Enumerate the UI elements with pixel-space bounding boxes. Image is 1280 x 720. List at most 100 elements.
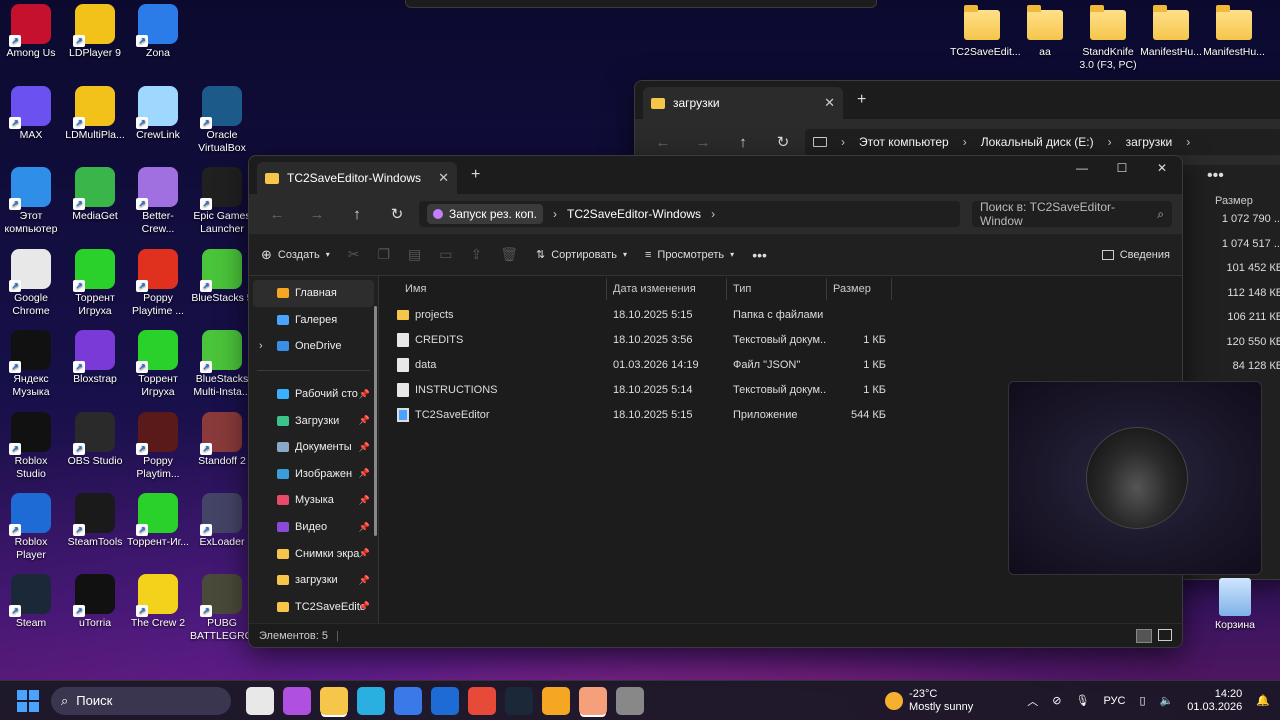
desktop-icon-folder[interactable]: ManifestHu... [1139, 2, 1203, 59]
copy-icon[interactable]: ❐ [377, 246, 390, 263]
taskbar-app-icon[interactable] [541, 686, 570, 715]
breadcrumb-item[interactable]: Этот компьютер [859, 135, 949, 149]
taskbar-app-icon[interactable] [615, 686, 644, 715]
table-row[interactable]: data 01.03.2026 14:19 Файл "JSON" 1 КБ [379, 353, 1182, 378]
create-button[interactable]: ⊕ Создать ▾ [261, 247, 330, 263]
desktop-icon-folder[interactable]: StandKnife 3.0 (F3, PC) [1076, 2, 1140, 72]
table-row[interactable]: CREDITS 18.10.2025 3:56 Текстовый докум...… [379, 328, 1182, 353]
desktop-icon[interactable]: BlueStacks 5 [190, 245, 254, 305]
more-options-icon[interactable]: ••• [1207, 167, 1280, 185]
refresh-button[interactable]: ↻ [765, 133, 801, 151]
sidebar-item[interactable]: Галерея [249, 307, 378, 334]
start-button[interactable] [17, 689, 39, 712]
language-indicator[interactable]: РУС [1103, 695, 1125, 707]
desktop-icon[interactable]: Better-Crew... [126, 163, 190, 236]
notification-bell-icon[interactable]: 🔔 [1256, 694, 1270, 707]
desktop-icon[interactable]: Zona [126, 0, 190, 60]
sidebar-item[interactable]: Документы 📌 [249, 434, 378, 461]
desktop-icon[interactable]: The Crew 2 [126, 570, 190, 630]
search-input[interactable]: Поиск в: TC2SaveEditor-Window ⌕ [972, 200, 1172, 228]
desktop-icon[interactable]: Google Chrome [0, 245, 63, 318]
taskbar-app-icon[interactable] [504, 686, 533, 715]
desktop-icon[interactable]: BlueStacks Multi-Insta... [190, 326, 254, 399]
desktop-icon[interactable]: Торрент-Иг... [126, 489, 190, 549]
view-button[interactable]: ≡ Просмотреть ▾ [645, 249, 734, 261]
microphone-icon[interactable]: 🎙 [1075, 694, 1089, 707]
details-view-icon[interactable] [1136, 628, 1152, 643]
desktop-icon[interactable]: MAX [0, 82, 63, 142]
back-button[interactable]: ← [645, 134, 681, 151]
desktop-icon[interactable]: ExLoader [190, 489, 254, 549]
taskbar-app-icon[interactable] [467, 686, 496, 715]
forward-button[interactable]: → [299, 206, 335, 223]
taskbar-app-icon[interactable] [393, 686, 422, 715]
forward-button[interactable]: → [685, 134, 721, 151]
taskbar-app-icon[interactable] [430, 686, 459, 715]
tiles-view-icon[interactable] [1158, 628, 1172, 641]
taskbar-app-icon[interactable] [282, 686, 311, 715]
close-window-button[interactable]: ✕ [1142, 156, 1182, 180]
camera-overlay[interactable] [1008, 381, 1262, 575]
column-date[interactable]: Дата изменения [607, 278, 727, 300]
desktop-icon[interactable]: Торрент Игруха [63, 245, 127, 318]
more-options-icon[interactable]: ••• [752, 247, 767, 263]
taskbar-app-icon[interactable] [356, 686, 385, 715]
desktop-icon[interactable]: Торрент Игруха [126, 326, 190, 399]
chevron-up-icon[interactable]: ︿ [1027, 693, 1038, 709]
volume-icon[interactable]: 🔈 [1160, 694, 1174, 707]
new-tab-button[interactable]: + [857, 91, 866, 109]
breadcrumb-chip[interactable]: Запуск рез. коп. [427, 204, 544, 224]
desktop-icon[interactable]: Этот компьютер [0, 163, 63, 236]
address-bar[interactable]: › Этот компьютер › Локальный диск (E:) ›… [805, 129, 1280, 155]
desktop-icon-recycle-bin[interactable]: Корзина [1203, 574, 1267, 632]
desktop-icon[interactable]: Standoff 2 [190, 408, 254, 468]
desktop-icon[interactable]: Epic Games Launcher [190, 163, 254, 236]
desktop-icon[interactable]: PUBG BATTLEGRO... [190, 570, 262, 643]
sidebar-item[interactable]: Главная [253, 280, 374, 307]
weather-widget[interactable]: -23°C Mostly sunny [885, 688, 973, 714]
taskbar-app-icon[interactable] [578, 686, 607, 715]
desktop-icon[interactable]: Oracle VirtualBox [190, 82, 254, 155]
desktop-icon[interactable]: LDMultiPla... [63, 82, 127, 142]
rename-icon[interactable]: ▭ [439, 246, 452, 263]
breadcrumb-item[interactable]: Локальный диск (E:) [981, 135, 1094, 149]
column-name[interactable]: Имя [379, 278, 607, 300]
tab-tc2saveeditor[interactable]: TC2SaveEditor-Windows ✕ [257, 162, 457, 194]
navigation-pane[interactable]: Главная Галерея › OneDrive Рабочий сто 📌 Загру… [249, 276, 379, 623]
breadcrumb-item[interactable]: TC2SaveEditor-Windows [567, 207, 701, 221]
desktop-icon[interactable]: uTorria [63, 570, 127, 630]
desktop-icon[interactable]: Bloxstrap [63, 326, 127, 386]
sidebar-item[interactable]: Снимки экра 📌 [249, 540, 378, 567]
desktop-icon[interactable]: MediaGet [63, 163, 127, 223]
sort-button[interactable]: ⇅ Сортировать ▾ [536, 248, 627, 262]
desktop-icon-folder[interactable]: ManifestHu... [1202, 2, 1266, 59]
up-button[interactable]: ↑ [725, 134, 761, 151]
tab-downloads[interactable]: загрузки ✕ [643, 87, 843, 119]
breadcrumb-item[interactable]: загрузки [1126, 135, 1173, 149]
clock[interactable]: 14:20 01.03.2026 [1187, 688, 1242, 714]
desktop-icon[interactable]: OBS Studio [63, 408, 127, 468]
refresh-button[interactable]: ↻ [379, 205, 415, 223]
share-icon[interactable]: ⇪ [471, 246, 483, 263]
desktop-icon[interactable]: Steam [0, 570, 63, 630]
desktop-icon[interactable]: Poppy Playtim... [126, 408, 190, 481]
network-off-icon[interactable]: ⊘ [1052, 694, 1061, 707]
sidebar-item[interactable]: › OneDrive [249, 333, 378, 360]
maximize-button[interactable]: ☐ [1102, 156, 1142, 180]
chevron-right-icon[interactable]: › [259, 340, 263, 352]
desktop-icon-folder[interactable]: aa [1013, 2, 1077, 59]
sidebar-item[interactable]: Рабочий сто 📌 [249, 381, 378, 408]
taskbar-search[interactable]: ⌕ Поиск [51, 686, 231, 715]
table-row[interactable]: projects 18.10.2025 5:15 Папка с файлами [379, 303, 1182, 328]
sidebar-item[interactable]: загрузки 📌 [249, 567, 378, 594]
desktop-icon[interactable]: LDPlayer 9 [63, 0, 127, 60]
close-tab-icon[interactable]: ✕ [824, 95, 835, 111]
desktop-icon[interactable]: Яндекс Музыка [0, 326, 63, 399]
taskbar-app-icon[interactable] [245, 686, 274, 715]
column-type[interactable]: Тип [727, 278, 827, 300]
taskbar-app-icon[interactable] [319, 686, 348, 715]
new-tab-button[interactable]: + [471, 166, 480, 184]
sidebar-item[interactable]: Изображен 📌 [249, 461, 378, 488]
cut-icon[interactable]: ✂ [348, 246, 360, 263]
column-size[interactable]: Размер [827, 278, 892, 300]
